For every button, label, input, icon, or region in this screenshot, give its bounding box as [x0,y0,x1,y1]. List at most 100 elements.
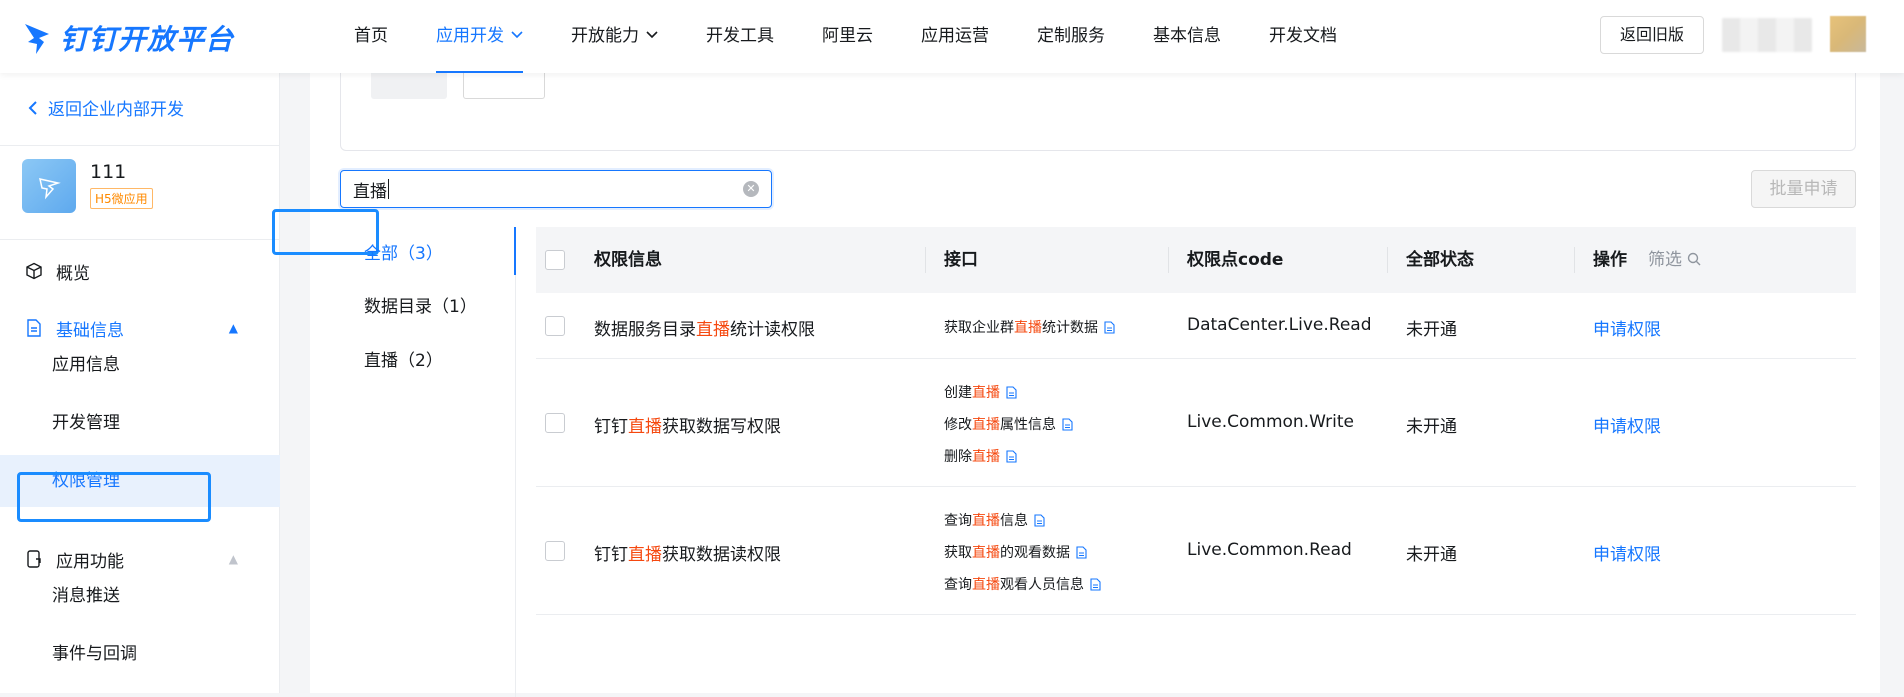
category-all[interactable]: 全部（3） [364,239,443,264]
nav-item[interactable]: 阿里云 [798,0,897,73]
text: 获取数据读权限 [662,545,781,565]
sidebar-group-label: 应用功能 [56,551,124,572]
api-link[interactable]: 查询直播观看人员信息 [944,574,1101,595]
document-icon[interactable] [1034,514,1045,531]
permission-code: DataCenter.Live.Read [1187,315,1372,335]
column-divider [1387,247,1388,273]
text: 钉钉 [594,417,628,437]
sidebar-item-events[interactable]: 事件与回调 [0,628,280,680]
header-code: 权限点code [1187,250,1284,270]
clear-icon[interactable]: ✕ [743,181,759,197]
highlight-text: 直播 [628,545,662,565]
app-features-icon [24,549,44,569]
api-link[interactable]: 修改直播属性信息 [944,414,1073,435]
nav-item[interactable]: 基本信息 [1129,0,1245,73]
table-row: 钉钉直播获取数据读权限 查询直播信息 获取直播的观看数据 查询直播观看人员信息 Live… [536,487,1856,615]
batch-apply-button[interactable]: 批量申请 [1751,170,1856,208]
highlight-frame [17,472,211,522]
category-list: 全部（3） 数据目录（1） 直播（2） [340,227,516,697]
text: 观看人员信息 [1000,577,1084,593]
nav-item[interactable]: 开发工具 [682,0,798,73]
row-checkbox[interactable] [545,316,565,336]
active-category-indicator [514,227,516,275]
api-link[interactable]: 创建直播 [944,382,1017,403]
document-icon[interactable] [1104,321,1115,338]
text: 数据服务目录 [594,320,696,340]
api-list: 查询直播信息获取直播的观看数据 查询直播观看人员信息 [944,487,1164,615]
nav-item[interactable]: 首页 [330,0,412,73]
nav-item[interactable]: 应用运营 [897,0,1013,73]
back-link-label: 返回企业内部开发 [48,100,184,120]
top-navigation-bar: 钉钉开放平台 首页 应用开发 开放能力 开发工具 阿里云 应用运营 定制服务 基本信息 开发文档… [0,0,1904,73]
nav-item[interactable]: 应用开发 [412,0,547,73]
caret-up-icon: ▲ [228,321,238,335]
category-data-catalog[interactable]: 数据目录（1） [364,292,477,317]
column-divider [1168,247,1169,273]
divider [0,145,279,146]
sidebar-item-overview[interactable]: 概览 [0,247,280,295]
avatar[interactable] [1830,16,1866,52]
document-icon[interactable] [1006,386,1017,403]
apply-permission-link[interactable]: 申请权限 [1593,540,1661,565]
sidebar-item-message-push[interactable]: 消息推送 [0,570,280,622]
chevron-left-icon [28,100,37,115]
header-action: 操作 [1593,250,1627,270]
column-divider [1574,247,1575,273]
nav-item[interactable]: 开放能力 [547,0,682,73]
text: 属性信息 [1000,417,1056,433]
highlight-text: 直播 [972,449,1000,465]
text: 获取企业群 [944,320,1014,336]
app-type-badge: H5微应用 [90,188,153,209]
apply-permission-link[interactable]: 申请权限 [1593,412,1661,437]
nav-item[interactable]: 定制服务 [1013,0,1129,73]
status-filter[interactable]: 筛选 [1648,227,1701,293]
add-button[interactable] [463,73,545,99]
api-link[interactable]: 删除直播 [944,446,1017,467]
permission-name: 数据服务目录直播统计读权限 [594,315,815,340]
text: 统计读权限 [730,320,815,340]
apply-permission-link[interactable]: 申请权限 [1593,315,1661,340]
nav-item-label: 首页 [354,26,388,46]
api-link[interactable]: 获取企业群直播统计数据 [944,317,1115,338]
status-text: 未开通 [1406,545,1457,565]
search-value: 直播 [353,181,387,202]
brand-logo[interactable]: 钉钉开放平台 [22,18,234,58]
document-icon[interactable] [1076,546,1087,563]
text: 获取 [944,545,972,561]
nav-item[interactable]: 开发文档 [1245,0,1361,73]
category-live[interactable]: 直播（2） [364,346,443,371]
filter-chip[interactable] [371,73,447,99]
select-all-checkbox[interactable] [545,250,565,270]
highlight-text: 直播 [972,385,1000,401]
sidebar-item-app-info[interactable]: 应用信息 [0,339,280,391]
api-link[interactable]: 获取直播的观看数据 [944,542,1087,563]
text: 信息 [1000,513,1028,529]
text: 的观看数据 [1000,545,1070,561]
text: 删除 [944,449,972,465]
return-old-version-button[interactable]: 返回旧版 [1600,16,1704,54]
search-input[interactable]: 直播 ✕ [340,170,772,208]
nav-item-label: 定制服务 [1037,26,1105,46]
status-text: 未开通 [1406,417,1457,437]
text: 获取数据写权限 [662,417,781,437]
permission-code: Live.Common.Write [1187,412,1354,432]
document-icon[interactable] [1062,418,1073,435]
row-checkbox[interactable] [545,413,565,433]
user-name-blurred[interactable] [1722,18,1812,52]
api-link[interactable]: 查询直播信息 [944,510,1045,531]
brand-name: 钉钉开放平台 [60,23,235,56]
sidebar-item-dev-manage[interactable]: 开发管理 [0,397,280,449]
row-checkbox[interactable] [545,541,565,561]
highlight-text: 直播 [972,417,1000,433]
document-icon[interactable] [1090,578,1101,595]
chevron-down-icon [511,31,523,39]
sidebar-group-label: 基础信息 [56,320,124,341]
back-to-internal-dev-link[interactable]: 返回企业内部开发 [28,95,184,120]
highlight-text: 直播 [696,320,730,340]
table-row: 钉钉直播获取数据写权限 创建直播 修改直播属性信息 删除直播 Live.Common.W… [536,359,1856,487]
table-header: 权限信息 接口 权限点code 全部状态 筛选 操作 [536,227,1856,293]
text: 创建 [944,385,972,401]
text-cursor [388,179,389,199]
document-icon[interactable] [1006,450,1017,467]
header-permission: 权限信息 [594,250,662,270]
